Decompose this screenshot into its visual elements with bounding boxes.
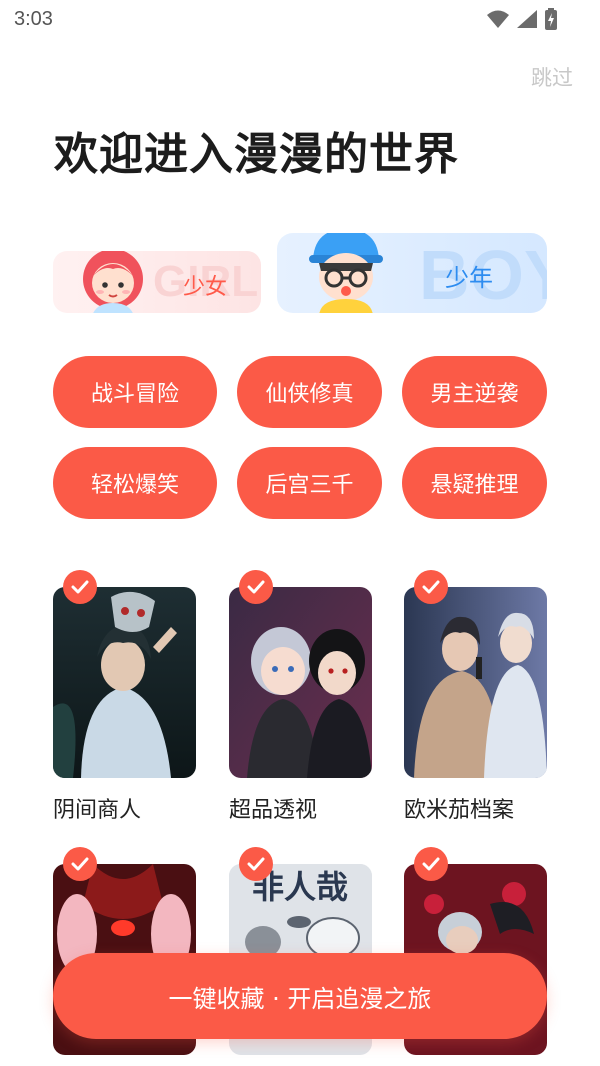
comic-cover: [229, 587, 372, 778]
comic-cover: [404, 587, 547, 778]
skip-button[interactable]: 跳过: [531, 62, 573, 92]
status-time: 3:03: [14, 8, 53, 30]
status-icons: [486, 8, 558, 30]
check-icon[interactable]: [63, 847, 97, 881]
gender-option-girl[interactable]: GIRL 少女: [53, 251, 261, 313]
genre-tag[interactable]: 悬疑推理: [402, 447, 547, 519]
signal-icon: [517, 10, 537, 28]
boy-label: 少年: [445, 264, 493, 292]
check-icon[interactable]: [239, 570, 273, 604]
gender-option-boy[interactable]: BOY 少年: [277, 233, 547, 313]
check-icon[interactable]: [239, 847, 273, 881]
genre-tag-grid: 战斗冒险 仙侠修真 男主逆袭 轻松爆笑 后宫三千 悬疑推理: [53, 356, 547, 519]
comic-item[interactable]: 阴间商人: [53, 570, 196, 830]
genre-tag[interactable]: 仙侠修真: [237, 356, 382, 428]
comic-title: 阴间商人: [53, 798, 142, 823]
genre-tag[interactable]: 战斗冒险: [53, 356, 217, 428]
genre-tag[interactable]: 男主逆袭: [402, 356, 547, 428]
comic-title: 超品透视: [229, 798, 318, 823]
comic-item[interactable]: 欧米茄档案: [404, 570, 547, 830]
check-icon[interactable]: [414, 570, 448, 604]
boy-avatar-icon: [309, 233, 383, 313]
girl-label: 少女: [183, 275, 228, 300]
collect-all-button[interactable]: 一键收藏 · 开启追漫之旅: [53, 953, 547, 1039]
check-icon[interactable]: [414, 847, 448, 881]
check-icon[interactable]: [63, 570, 97, 604]
genre-tag[interactable]: 轻松爆笑: [53, 447, 217, 519]
wifi-icon: [487, 10, 509, 28]
comic-item[interactable]: 超品透视: [229, 570, 372, 830]
comic-cover: [53, 587, 196, 778]
status-bar: 3:03: [0, 0, 600, 40]
girl-avatar-icon: [83, 251, 143, 313]
genre-tag[interactable]: 后宫三千: [237, 447, 382, 519]
comic-title: 欧米茄档案: [404, 798, 515, 823]
battery-icon: [545, 8, 557, 30]
page-title: 欢迎进入漫漫的世界: [54, 129, 459, 180]
